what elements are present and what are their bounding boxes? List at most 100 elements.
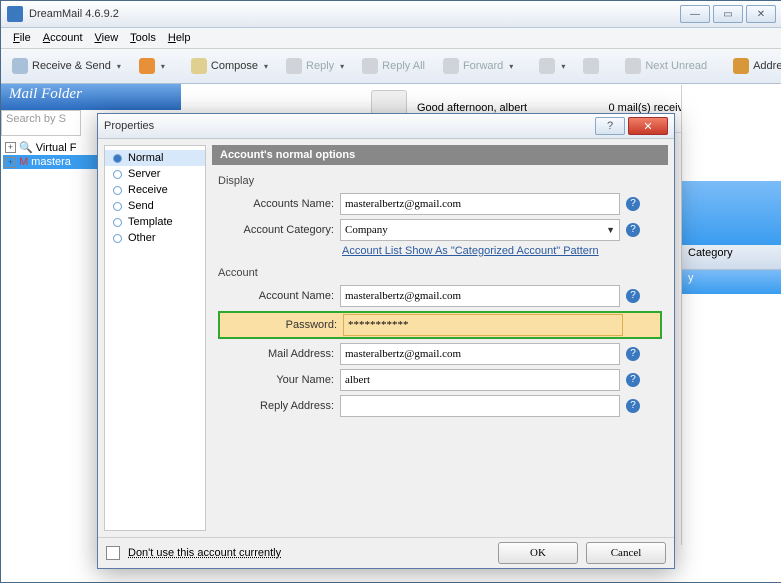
menu-tools[interactable]: Tools: [124, 30, 162, 46]
reply-address-label: Reply Address:: [218, 400, 340, 412]
category-header[interactable]: Category: [682, 245, 781, 270]
dialog-titlebar: Properties ? ✕: [98, 114, 674, 139]
reply-address-input[interactable]: [340, 395, 620, 417]
reply-all-label: Reply All: [382, 60, 425, 72]
next-unread-icon: [625, 58, 641, 74]
help-icon[interactable]: ?: [626, 373, 640, 387]
dialog-close-button[interactable]: ✕: [628, 117, 668, 135]
nav-server[interactable]: Server: [105, 166, 205, 182]
titlebar: DreamMail 4.6.9.2 — ▭ ✕: [1, 1, 781, 28]
reply-icon: [286, 58, 302, 74]
print-icon: [583, 58, 599, 74]
next-unread-button[interactable]: Next Unread: [618, 54, 714, 78]
dialog-help-button[interactable]: ?: [595, 117, 625, 135]
folder-icon: 🔍: [19, 141, 33, 154]
cancel-button[interactable]: Cancel: [586, 542, 666, 564]
forward-button[interactable]: Forward▾: [436, 54, 520, 78]
chevron-down-icon: ▾: [264, 62, 268, 71]
dialog-header: Account's normal options: [212, 145, 668, 165]
dialog-nav: Normal Server Receive Send Template Othe…: [104, 145, 206, 531]
toolbar: Receive & Send▾ ▾ Compose▾ Reply▾ Reply …: [1, 49, 781, 84]
nav-template[interactable]: Template: [105, 214, 205, 230]
receive-send-icon: [12, 58, 28, 74]
group-account: Account: [218, 267, 662, 279]
field-mail-address: Mail Address: ?: [218, 343, 662, 365]
help-icon[interactable]: ?: [626, 223, 640, 237]
reply-label: Reply: [306, 60, 334, 72]
dialog-main: Account's normal options Display Account…: [212, 145, 668, 531]
password-input[interactable]: [343, 314, 623, 336]
categorized-link[interactable]: Account List Show As "Categorized Accoun…: [342, 245, 662, 257]
mail-folder-header: Mail Folder: [1, 84, 181, 110]
tree-label: Virtual F: [36, 142, 77, 154]
search-input[interactable]: Search by S: [1, 110, 81, 136]
delete-icon: [539, 58, 555, 74]
your-name-input[interactable]: [340, 369, 620, 391]
main-window: DreamMail 4.6.9.2 — ▭ ✕ File Account Vie…: [0, 0, 781, 583]
maximize-button[interactable]: ▭: [713, 5, 743, 23]
menu-file[interactable]: File: [7, 30, 37, 46]
field-reply-address: Reply Address: ?: [218, 395, 662, 417]
print-button[interactable]: [576, 54, 606, 78]
nav-normal[interactable]: Normal: [105, 150, 205, 166]
sync-button[interactable]: ▾: [132, 54, 172, 78]
mail-address-label: Mail Address:: [218, 348, 340, 360]
forward-label: Forward: [463, 60, 503, 72]
ok-button[interactable]: OK: [498, 542, 578, 564]
group-display: Display: [218, 175, 662, 187]
menu-help[interactable]: Help: [162, 30, 197, 46]
chevron-down-icon: ▾: [117, 62, 121, 71]
tree-label: mastera: [31, 156, 71, 168]
window-title: DreamMail 4.6.9.2: [29, 8, 680, 20]
compose-label: Compose: [211, 60, 258, 72]
help-icon[interactable]: ?: [626, 197, 640, 211]
right-pane: Category y: [681, 85, 781, 545]
minimize-button[interactable]: —: [680, 5, 710, 23]
app-icon: [7, 6, 23, 22]
dialog-footer: Don't use this account currently OK Canc…: [98, 537, 674, 568]
field-accounts-name: Accounts Name: ?: [218, 193, 662, 215]
mail-address-input[interactable]: [340, 343, 620, 365]
reply-button[interactable]: Reply▾: [279, 54, 351, 78]
address-label: Address: [753, 60, 781, 72]
accounts-name-label: Accounts Name:: [218, 198, 340, 210]
field-account-name: Account Name: ?: [218, 285, 662, 307]
dont-use-label[interactable]: Don't use this account currently: [128, 547, 281, 559]
your-name-label: Your Name:: [218, 374, 340, 386]
help-icon[interactable]: ?: [626, 347, 640, 361]
properties-dialog: Properties ? ✕ Normal Server Receive Sen…: [97, 113, 675, 569]
account-category-select[interactable]: Company▼: [340, 219, 620, 241]
category-row[interactable]: y: [682, 270, 781, 294]
close-button[interactable]: ✕: [746, 5, 776, 23]
expand-icon[interactable]: +: [5, 157, 16, 168]
account-category-label: Account Category:: [218, 225, 340, 236]
dont-use-checkbox[interactable]: [106, 546, 120, 560]
nav-other[interactable]: Other: [105, 230, 205, 246]
field-your-name: Your Name: ?: [218, 369, 662, 391]
delete-button[interactable]: ▾: [532, 54, 572, 78]
password-label: Password:: [221, 319, 343, 331]
reply-all-button[interactable]: Reply All: [355, 54, 432, 78]
account-name-label: Account Name:: [218, 290, 340, 302]
sync-icon: [139, 58, 155, 74]
help-icon[interactable]: ?: [626, 399, 640, 413]
address-button[interactable]: Address: [726, 54, 781, 78]
nav-receive[interactable]: Receive: [105, 182, 205, 198]
reply-all-icon: [362, 58, 378, 74]
dialog-title: Properties: [104, 120, 592, 132]
field-password: Password:: [218, 311, 662, 339]
account-name-input[interactable]: [340, 285, 620, 307]
expand-icon[interactable]: +: [5, 142, 16, 153]
menubar: File Account View Tools Help: [1, 28, 781, 49]
chevron-down-icon: ▼: [606, 225, 615, 235]
receive-send-button[interactable]: Receive & Send ▾: [5, 54, 128, 78]
menu-account[interactable]: Account: [37, 30, 89, 46]
compose-button[interactable]: Compose ▾: [184, 54, 275, 78]
forward-icon: [443, 58, 459, 74]
menu-view[interactable]: View: [89, 30, 125, 46]
help-icon[interactable]: ?: [626, 289, 640, 303]
chevron-down-icon: ▾: [161, 62, 165, 71]
receive-send-label: Receive & Send: [32, 60, 111, 72]
accounts-name-input[interactable]: [340, 193, 620, 215]
nav-send[interactable]: Send: [105, 198, 205, 214]
